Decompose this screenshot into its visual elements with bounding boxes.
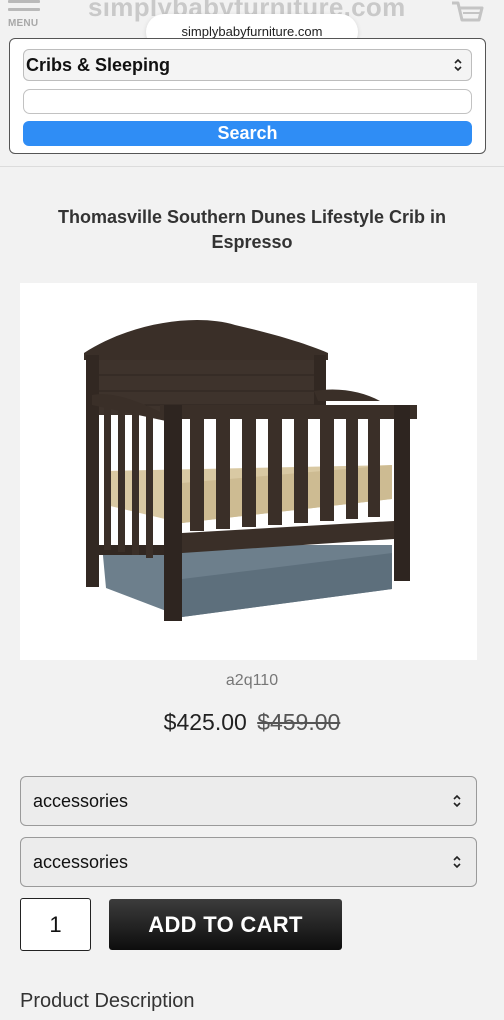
search-input[interactable]	[23, 89, 472, 114]
add-to-cart-button[interactable]: ADD TO CART	[109, 899, 342, 950]
original-price: $459.00	[257, 709, 341, 735]
menu-label: MENU	[8, 18, 39, 29]
price-block: $425.00 $459.00	[0, 709, 504, 736]
option-select-1[interactable]: accessories	[20, 776, 477, 826]
product-title: Thomasville Southern Dunes Lifestyle Cri…	[57, 207, 447, 252]
option-select-2-value: accessories	[33, 852, 129, 872]
header-divider	[0, 166, 504, 167]
category-select[interactable]: Cribs & Sleeping	[23, 49, 472, 81]
product-description-heading[interactable]: Product Description	[20, 990, 195, 1013]
chevron-updown-icon	[453, 855, 461, 869]
cart-button[interactable]	[450, 0, 484, 28]
product-image	[20, 283, 477, 660]
current-price: $425.00	[163, 709, 247, 735]
quantity-input[interactable]: 1	[20, 898, 91, 951]
crib-illustration	[84, 320, 417, 621]
option-select-1-value: accessories	[33, 791, 129, 811]
chevron-updown-icon	[454, 58, 462, 72]
product-sku: a2q110	[225, 672, 279, 689]
search-button[interactable]: Search	[23, 121, 472, 146]
hamburger-menu-icon	[8, 0, 40, 3]
chevron-updown-icon	[453, 794, 461, 808]
cart-icon	[452, 1, 484, 22]
search-panel: Cribs & Sleeping Search	[9, 38, 486, 154]
category-select-value: Cribs & Sleeping	[26, 55, 171, 75]
option-select-2[interactable]: accessories	[20, 837, 477, 887]
hamburger-menu-icon-bar	[8, 8, 40, 11]
menu-button[interactable]: MENU	[8, 0, 40, 29]
